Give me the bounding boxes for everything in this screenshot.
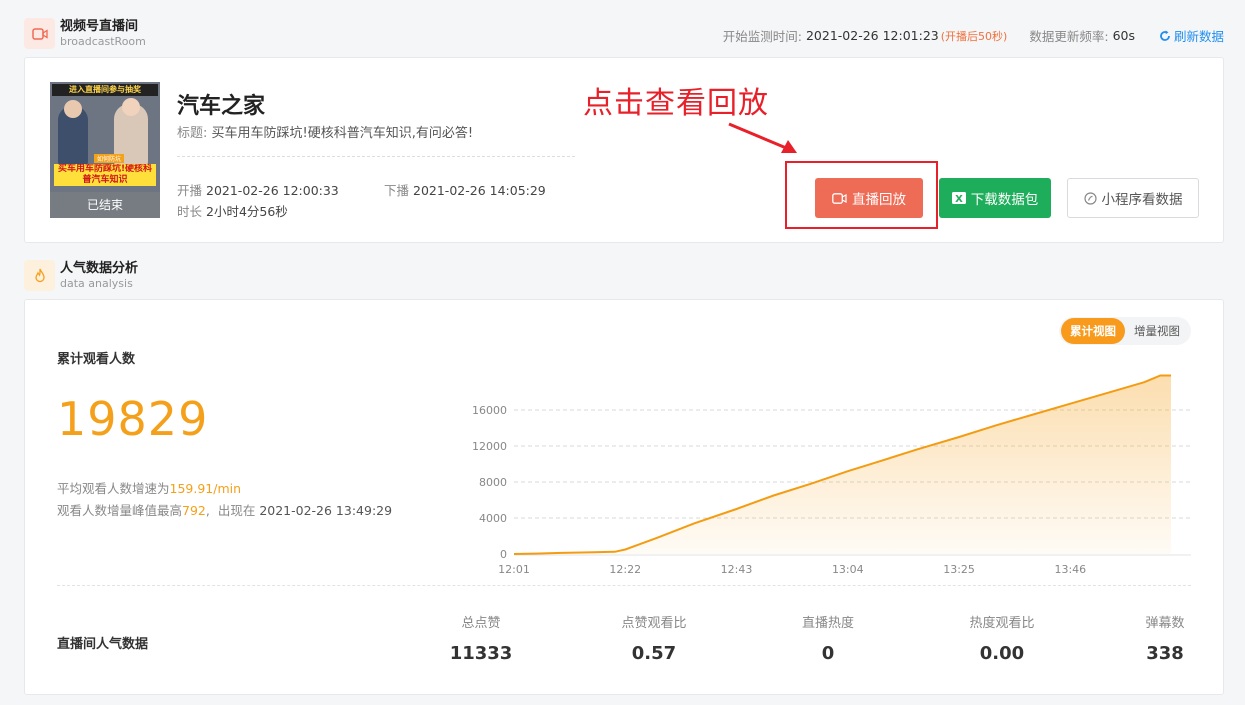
cumulative-viewers-chart: 0 4000 8000 12000 16000 12:01 12:22 12:43 13:04 1… <box>472 374 1191 576</box>
room-title-label: 标题: <box>177 126 208 141</box>
x-tick-label: 12:22 <box>609 563 641 576</box>
heat-view-ratio-stat: 热度观看比 0.00 <box>957 612 1047 664</box>
popularity-label: 直播间人气数据 <box>57 637 149 652</box>
video-camera-icon <box>24 18 55 49</box>
update-frequency-value: 60s <box>1112 28 1135 43</box>
video-camera-icon <box>832 192 847 204</box>
flame-icon <box>24 260 55 291</box>
y-tick-label: 12000 <box>472 440 507 453</box>
y-tick-label: 0 <box>500 548 507 561</box>
danmaku-count-stat: 弹幕数 338 <box>1135 612 1195 664</box>
like-view-ratio-value: 0.57 <box>631 643 677 664</box>
divider <box>177 156 575 157</box>
end-time-label: 下播 <box>384 183 410 198</box>
x-tick-label: 12:43 <box>721 563 753 576</box>
monitor-start-label: 开始监测时间: <box>722 29 802 44</box>
mini-program-data-label: 小程序看数据 <box>1101 192 1183 208</box>
room-name: 汽车之家 <box>177 94 266 119</box>
monitor-info: 开始监测时间: 2021-02-26 12:01:23 (开播后50秒) 数据更… <box>723 26 1224 45</box>
analysis-section-header: 人气数据分析 data analysis <box>24 260 138 291</box>
x-tick-label: 12:01 <box>498 563 530 576</box>
analysis-section-subtitle: data analysis <box>60 277 133 290</box>
mini-program-icon <box>1083 191 1097 205</box>
duration-value: 2小时4分56秒 <box>206 204 288 219</box>
annotation-text: 点击查看回放 <box>583 86 769 121</box>
divider <box>57 585 1191 586</box>
heat-view-ratio-label: 热度观看比 <box>969 616 1035 631</box>
live-replay-label: 直播回放 <box>852 192 906 208</box>
room-section-subtitle: broadcastRoom <box>60 35 146 48</box>
svg-text:X: X <box>955 194 963 205</box>
refresh-data-link[interactable]: 刷新数据 <box>1159 26 1224 45</box>
x-tick-label: 13:25 <box>943 563 975 576</box>
y-tick-label: 16000 <box>472 404 507 417</box>
download-data-button[interactable]: X 下载数据包 <box>939 178 1051 218</box>
refresh-data-label: 刷新数据 <box>1173 29 1224 44</box>
analysis-section-title: 人气数据分析 <box>60 261 139 276</box>
refresh-icon <box>1160 30 1170 41</box>
broadcast-cover-image: 进入直播间参与抽奖 如何防坑 买车用车防踩坑!硬核科普汽车知识 已结束 <box>50 82 160 218</box>
room-section-title: 视频号直播间 <box>60 19 139 34</box>
danmaku-count-label: 弹幕数 <box>1145 616 1185 631</box>
update-frequency-label: 数据更新频率: <box>1029 29 1109 44</box>
room-title-line: 标题: 买车用车防踩坑!硬核科普汽车知识,有问必答! <box>177 122 473 141</box>
excel-icon: X <box>951 192 966 205</box>
cover-tag: 如何防坑 <box>94 154 125 163</box>
like-view-ratio-label: 点赞观看比 <box>621 616 687 631</box>
broadcast-card: 进入直播间参与抽奖 如何防坑 买车用车防踩坑!硬核科普汽车知识 已结束 汽车之家… <box>24 57 1224 243</box>
cover-banner-text: 进入直播间参与抽奖 <box>52 84 158 96</box>
y-tick-label: 8000 <box>479 476 507 489</box>
monitor-start-value: 2021-02-26 12:01:23 <box>805 28 939 43</box>
room-section-header: 视频号直播间 broadcastRoom <box>24 18 146 49</box>
start-time-label: 开播 <box>177 183 203 198</box>
like-view-ratio-stat: 点赞观看比 0.57 <box>609 612 699 664</box>
end-time: 下播 2021-02-26 14:05:29 <box>384 180 546 199</box>
y-tick-label: 4000 <box>479 512 507 525</box>
x-tick-label: 13:46 <box>1054 563 1086 576</box>
total-likes-value: 11333 <box>449 643 513 664</box>
monitor-start-note: (开播后50秒) <box>940 29 1008 43</box>
end-time-value: 2021-02-26 14:05:29 <box>413 183 546 198</box>
mini-program-data-button[interactable]: 小程序看数据 <box>1067 178 1199 218</box>
total-likes-label: 总点赞 <box>461 616 501 631</box>
live-replay-button[interactable]: 直播回放 <box>815 178 923 218</box>
heat-view-ratio-value: 0.00 <box>979 643 1025 664</box>
x-tick-label: 13:04 <box>832 563 864 576</box>
start-time-value: 2021-02-26 12:00:33 <box>206 183 339 198</box>
danmaku-count-value: 338 <box>1146 643 1184 664</box>
live-heat-value: 0 <box>821 643 835 664</box>
live-heat-stat: 直播热度 0 <box>785 612 871 664</box>
annotation-arrow <box>728 122 797 153</box>
duration: 时长 2小时4分56秒 <box>177 201 288 220</box>
data-analysis-card: 累计视图 增量视图 累计观看人数 19829 平均观看人数增速为159.91/m… <box>24 299 1224 695</box>
room-title-value: 买车用车防踩坑!硬核科普汽车知识,有问必答! <box>211 126 474 141</box>
duration-label: 时长 <box>177 204 203 219</box>
start-time: 开播 2021-02-26 12:00:33 <box>177 180 339 199</box>
download-data-label: 下载数据包 <box>970 192 1039 208</box>
cover-status-ended: 已结束 <box>50 192 160 218</box>
cover-caption: 买车用车防踩坑!硬核科普汽车知识 <box>54 164 156 186</box>
live-heat-label: 直播热度 <box>801 616 854 631</box>
total-likes-stat: 总点赞 11333 <box>441 612 521 664</box>
